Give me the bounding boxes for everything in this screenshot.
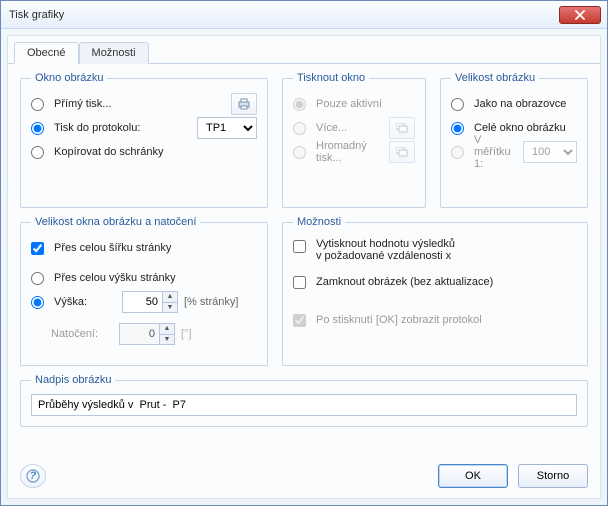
radio-hromadny-tisk [293,146,306,159]
label-tisk-do-protokolu: Tisk do protokolu: [54,122,191,134]
client-area: Obecné Možnosti Okno obrázku Přímý tisk.… [7,35,601,499]
input-nadpis-obrazku[interactable] [31,394,577,416]
input-vyska[interactable] [122,291,162,313]
label-cele-okno-obrazku: Celé okno obrázku [474,122,577,134]
label-vytisknout-hodnotu: Vytisknout hodnotu výsledků [316,238,455,250]
select-protokol[interactable]: TP1 [197,117,257,139]
radio-primy-tisk[interactable] [31,98,44,111]
label-po-stisknuti-ok: Po stisknutí [OK] zobrazit protokol [316,314,577,326]
vice-browse-button [389,117,415,139]
radio-tisk-do-protokolu[interactable] [31,122,44,135]
svg-text:?: ? [30,470,37,482]
label-v-meritku: V měřítku 1: [474,134,517,170]
close-button[interactable] [559,6,601,24]
legend-velikost-okna: Velikost okna obrázku a natočení [31,216,200,228]
radio-vyska[interactable] [31,296,44,309]
label-vyska: Výška: [54,296,116,308]
windows-icon [396,123,408,133]
tab-general[interactable]: Obecné [14,42,79,64]
tab-strip: Obecné Možnosti [8,36,600,64]
windows-icon [396,147,408,157]
label-cela-sirka: Přes celou šířku stránky [54,242,257,254]
legend-tisknout-okno: Tisknout okno [293,72,369,84]
unit-vyska: [% stránky] [184,296,238,308]
group-velikost-okna: Velikost okna obrázku a natočení Přes ce… [20,216,268,366]
group-tisknout-okno: Tisknout okno Pouze aktivní Více... [282,72,426,208]
checkbox-zamknout-obrazek[interactable] [293,276,306,289]
radio-v-meritku [451,146,464,159]
ok-button[interactable]: OK [438,464,508,488]
chevron-up-icon[interactable]: ▲ [163,292,177,302]
label-zamknout-obrazek: Zamknout obrázek (bez aktualizace) [316,276,577,288]
checkbox-po-stisknuti-ok [293,314,306,327]
title-bar: Tisk grafiky [1,1,607,29]
help-icon: ? [26,469,40,483]
tab-panel-general: Okno obrázku Přímý tisk... Tisk do proto… [8,64,600,456]
printer-icon [237,98,251,110]
checkbox-vytisknout-hodnotu[interactable] [293,240,306,253]
hromadny-browse-button [389,141,415,163]
help-button[interactable]: ? [20,464,46,488]
label-vytisknout-hodnotu-sub: v požadované vzdálenosti x [316,250,455,262]
legend-nadpis-obrazku: Nadpis obrázku [31,374,115,386]
legend-moznosti: Možnosti [293,216,345,228]
unit-natoceni: [°] [181,328,192,340]
select-meritko: 100 [523,141,577,163]
radio-kopirovat-do-schranky[interactable] [31,146,44,159]
radio-jako-na-obrazovce[interactable] [451,98,464,111]
tab-options[interactable]: Možnosti [79,42,149,64]
group-velikost-obrazku: Velikost obrázku Jako na obrazovce Celé … [440,72,588,208]
legend-velikost-obrazku: Velikost obrázku [451,72,539,84]
group-moznosti: Možnosti Vytisknout hodnotu výsledků v p… [282,216,588,366]
radio-cela-vyska[interactable] [31,272,44,285]
input-natoceni [119,323,159,345]
radio-vice [293,122,306,135]
label-primy-tisk: Přímý tisk... [54,98,225,110]
checkbox-cela-sirka[interactable] [31,242,44,255]
spinner-arrows: ▲▼ [159,323,175,345]
dialog-window: Tisk grafiky Obecné Možnosti Okno obrázk… [0,0,608,506]
spinner-vyska[interactable]: ▲▼ [122,291,178,313]
label-jako-na-obrazovce: Jako na obrazovce [474,98,577,110]
radio-cele-okno-obrazku[interactable] [451,122,464,135]
chevron-up-icon: ▲ [160,324,174,334]
printer-settings-button[interactable] [231,93,257,115]
dialog-button-bar: ? OK Storno [8,456,600,498]
spinner-arrows[interactable]: ▲▼ [162,291,178,313]
label-hromadny-tisk: Hromadný tisk... [316,140,383,164]
radio-pouze-aktivni [293,98,306,111]
label-cela-vyska: Přes celou výšku stránky [54,272,257,284]
cancel-button[interactable]: Storno [518,464,588,488]
label-natoceni: Natočení: [51,328,113,340]
group-okno-obrazku: Okno obrázku Přímý tisk... Tisk do proto… [20,72,268,208]
label-kopirovat-do-schranky: Kopírovat do schránky [54,146,257,158]
group-nadpis-obrazku: Nadpis obrázku [20,374,588,427]
label-pouze-aktivni: Pouze aktivní [316,98,415,110]
spinner-natoceni: ▲▼ [119,323,175,345]
legend-okno-obrazku: Okno obrázku [31,72,107,84]
chevron-down-icon[interactable]: ▼ [163,302,177,313]
window-title: Tisk grafiky [9,9,559,21]
close-icon [575,10,585,20]
label-vice: Více... [316,122,383,134]
chevron-down-icon: ▼ [160,334,174,345]
